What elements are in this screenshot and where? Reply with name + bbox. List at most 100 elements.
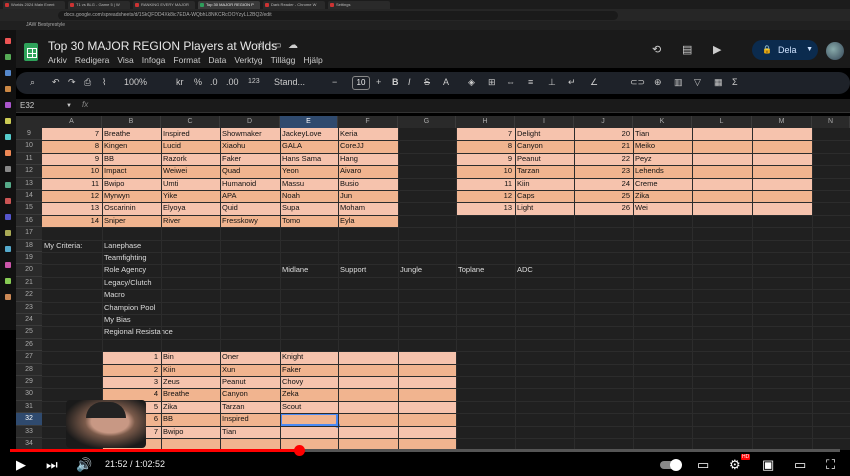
player-cell[interactable]: Aivaro: [338, 165, 398, 177]
zoom-select[interactable]: 100%: [124, 77, 147, 87]
italic-icon[interactable]: I: [408, 77, 411, 87]
player-cell[interactable]: Weiwei: [161, 165, 220, 177]
player-cell[interactable]: Bwipo: [161, 426, 220, 438]
player-cell[interactable]: Tarzan: [515, 165, 574, 177]
text-rotation-icon[interactable]: ∠: [590, 77, 598, 88]
rank-cell[interactable]: 12: [456, 190, 515, 202]
more-formats-button[interactable]: 123: [248, 78, 260, 85]
player-cell[interactable]: Xiaohu: [220, 140, 280, 152]
criteria-label[interactable]: My Criteria:: [42, 240, 102, 252]
column-header[interactable]: L: [692, 116, 752, 128]
row-header[interactable]: 13: [16, 178, 42, 190]
rank-cell[interactable]: 24: [611, 178, 633, 190]
role-header[interactable]: Support: [338, 264, 398, 276]
history-icon[interactable]: ⟲: [652, 43, 661, 56]
app-icon[interactable]: [5, 278, 11, 284]
player-cell[interactable]: Hans Sama: [280, 153, 338, 165]
rank-cell[interactable]: 11: [42, 178, 102, 190]
player-cell[interactable]: Noah: [280, 190, 338, 202]
rank-cell[interactable]: 2: [102, 364, 161, 376]
browser-tab[interactable]: T1 vs BLG - Game 5 | W: [68, 0, 130, 9]
player-cell[interactable]: BB: [161, 413, 220, 425]
player-cell[interactable]: Yeon: [280, 165, 338, 177]
move-folder-icon[interactable]: ▭: [272, 40, 281, 51]
menu-infoga[interactable]: Infoga: [142, 55, 166, 65]
fill-color-icon[interactable]: ◈: [468, 77, 475, 88]
rank-cell[interactable]: 25: [611, 190, 633, 202]
play-icon[interactable]: ▶: [16, 457, 26, 473]
role-header[interactable]: ADC: [515, 264, 574, 276]
app-icon[interactable]: [5, 262, 11, 268]
miniplayer-icon[interactable]: ▣: [762, 457, 774, 473]
strikethrough-icon[interactable]: S: [424, 77, 430, 87]
player-cell[interactable]: Umti: [161, 178, 220, 190]
app-icon[interactable]: [5, 102, 11, 108]
rank-cell[interactable]: 7: [456, 128, 515, 140]
decrease-decimal-button[interactable]: .0: [210, 77, 218, 87]
column-header[interactable]: F: [338, 116, 398, 128]
sheets-logo-icon[interactable]: [24, 43, 38, 61]
role-header[interactable]: Toplane: [456, 264, 515, 276]
player-cell[interactable]: Keria: [338, 128, 398, 140]
percent-format-button[interactable]: %: [194, 77, 202, 87]
player-cell[interactable]: Wei: [633, 202, 692, 214]
app-icon[interactable]: [5, 246, 11, 252]
row-header[interactable]: 11: [16, 153, 42, 166]
insert-comment-icon[interactable]: ⊕: [654, 77, 662, 88]
menu-redigera[interactable]: Redigera: [75, 55, 110, 65]
column-header[interactable]: K: [633, 116, 692, 128]
row-header[interactable]: 25: [16, 326, 42, 339]
rank-cell[interactable]: 9: [456, 153, 515, 165]
address-bar[interactable]: docs.google.com/spreadsheets/d/1SkQFDD4X…: [58, 10, 618, 20]
row-header[interactable]: 18: [16, 240, 42, 252]
fullscreen-icon[interactable]: ⛶: [826, 457, 835, 473]
volume-icon[interactable]: 🔊: [76, 457, 92, 473]
cloud-status-icon[interactable]: ☁: [288, 40, 298, 51]
rank-cell[interactable]: 26: [611, 202, 633, 214]
player-cell[interactable]: Canyon: [515, 140, 574, 152]
menu-hjalp[interactable]: Hjälp: [303, 55, 322, 65]
player-cell[interactable]: Yike: [161, 190, 220, 202]
player-cell[interactable]: Supa: [280, 202, 338, 214]
star-icon[interactable]: ☆: [256, 40, 265, 51]
player-cell[interactable]: Hang: [338, 153, 398, 165]
row-header[interactable]: 17: [16, 227, 42, 240]
column-header[interactable]: M: [752, 116, 812, 128]
row-header[interactable]: 10: [16, 140, 42, 153]
player-cell[interactable]: Meiko: [633, 140, 692, 152]
player-cell[interactable]: Humanoid: [220, 178, 280, 190]
player-cell[interactable]: Faker: [280, 364, 338, 376]
player-cell[interactable]: Creme: [633, 178, 692, 190]
rank-cell[interactable]: 10: [456, 165, 515, 177]
row-header[interactable]: 19: [16, 252, 42, 265]
row-header[interactable]: 12: [16, 165, 42, 178]
browser-tab[interactable]: RANKING EVERY MAJOR: [133, 0, 195, 9]
player-cell[interactable]: Busio: [338, 178, 398, 190]
app-icon[interactable]: [5, 86, 11, 92]
filter-icon[interactable]: ▽: [694, 77, 701, 88]
menu-visa[interactable]: Visa: [117, 55, 133, 65]
menu-tillagg[interactable]: Tillägg: [271, 55, 296, 65]
row-header[interactable]: 30: [16, 388, 42, 401]
role-header[interactable]: Midlane: [280, 264, 338, 276]
app-icon[interactable]: [5, 134, 11, 140]
row-header[interactable]: 20: [16, 264, 42, 277]
avatar[interactable]: [826, 42, 844, 60]
player-cell[interactable]: Impact: [102, 165, 161, 177]
selected-cell[interactable]: [280, 413, 338, 426]
rank-cell[interactable]: 14: [42, 215, 102, 227]
player-cell[interactable]: Kiin: [515, 178, 574, 190]
player-cell[interactable]: Peanut: [515, 153, 574, 165]
player-cell[interactable]: Inspired: [161, 128, 220, 140]
player-cell[interactable]: Showmaker: [220, 128, 280, 140]
player-cell[interactable]: Caps: [515, 190, 574, 202]
player-cell[interactable]: Tian: [220, 426, 280, 438]
font-size-increase-icon[interactable]: +: [376, 77, 381, 87]
player-cell[interactable]: Zika: [161, 401, 220, 413]
functions-icon[interactable]: Σ: [732, 77, 738, 87]
player-cell[interactable]: Fresskowy: [220, 215, 280, 227]
app-icon[interactable]: [5, 38, 11, 44]
theater-mode-icon[interactable]: ▭: [794, 457, 806, 473]
rank-cell[interactable]: 8: [456, 140, 515, 152]
player-cell[interactable]: Jun: [338, 190, 398, 202]
